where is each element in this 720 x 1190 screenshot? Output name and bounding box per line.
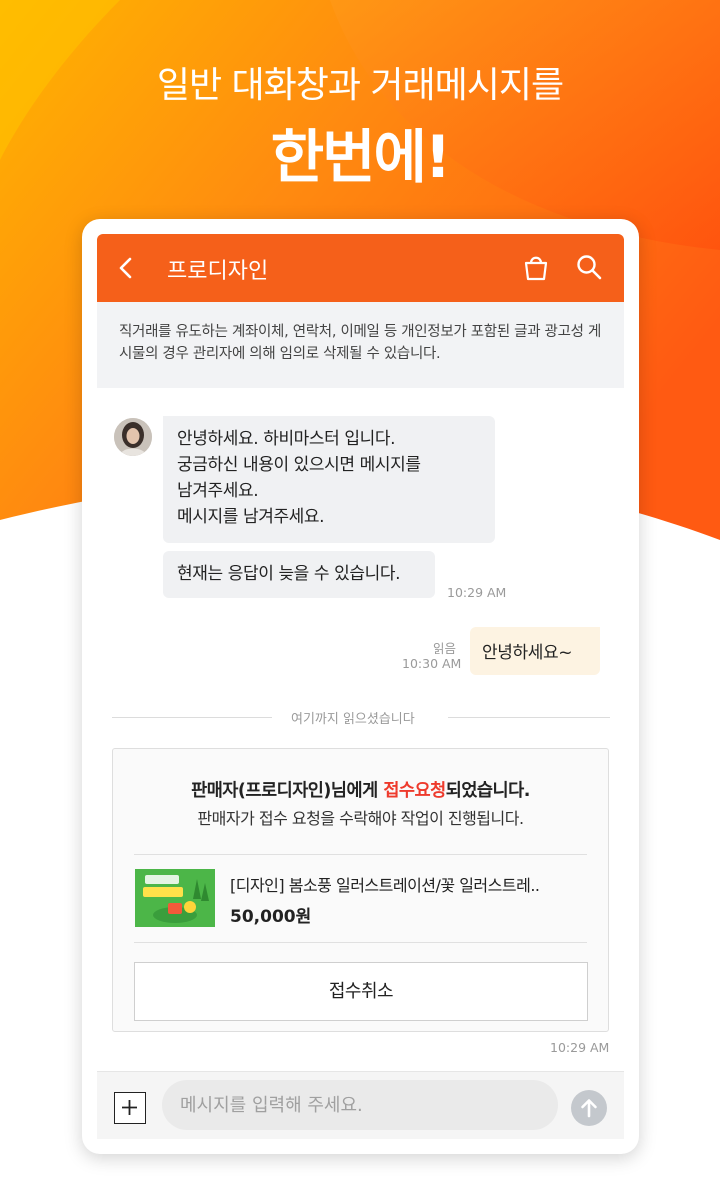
seller-avatar[interactable] — [114, 418, 152, 456]
send-arrow-icon[interactable] — [571, 1090, 607, 1126]
message-line: 궁금하신 내용이 있으시면 메시지를 — [177, 455, 421, 475]
incoming-message-bubble: 현재는 응답이 늦을 수 있습니다. — [163, 551, 435, 598]
hero-headline: 일반 대화창과 거래메시지를 — [156, 65, 564, 106]
message-timestamp: 10:29 AM — [550, 1040, 610, 1055]
cancel-request-button[interactable]: 접수취소 — [134, 962, 588, 1021]
card-divider — [134, 942, 587, 943]
card-divider — [134, 854, 587, 855]
read-divider-label: 여기까지 읽으셨습니다 — [291, 712, 415, 727]
message-timestamp: 10:30 AM — [402, 656, 462, 671]
hero-headline-emphasis: 한번에! — [270, 123, 452, 191]
read-receipt: 읽음 — [433, 641, 457, 656]
product-price: 50,000원 — [230, 907, 312, 927]
product-name[interactable]: [디자인] 봄소풍 일러스트레이션/꽃 일러스트레.. — [230, 872, 540, 896]
message-input[interactable] — [162, 1080, 558, 1130]
outgoing-message-bubble: 안녕하세요~ — [470, 627, 600, 675]
incoming-message-bubble: 안녕하세요. 하비마스터 입니다. 궁금하신 내용이 있으시면 메시지를 남겨주… — [163, 416, 495, 543]
order-request-card: 판매자(프로디자인)님에게 접수요청되었습니다. 판매자가 접수 요청을 수락해… — [112, 748, 609, 1032]
message-timestamp: 10:29 AM — [447, 585, 507, 600]
chat-screen: 프로디자인 직거래를 유도하는 계좌이체, 연락처, 이메일 등 개인정보가 포… — [97, 234, 624, 1139]
chevron-left-icon[interactable] — [113, 254, 141, 282]
chat-partner-title: 프로디자인 — [167, 259, 269, 284]
divider-line — [112, 717, 272, 718]
message-input-bar — [97, 1071, 624, 1139]
phone-frame: 프로디자인 직거래를 유도하는 계좌이체, 연락처, 이메일 등 개인정보가 포… — [82, 219, 639, 1154]
message-line: 안녕하세요. 하비마스터 입니다. — [177, 429, 396, 449]
plus-icon[interactable] — [114, 1092, 146, 1124]
policy-notice: 직거래를 유도하는 계좌이체, 연락처, 이메일 등 개인정보가 포함된 글과 … — [97, 302, 624, 388]
title-suffix: 되었습니다. — [445, 781, 531, 801]
order-card-subtitle: 판매자가 접수 요청을 수락해야 작업이 진행됩니다. — [197, 809, 524, 828]
shopping-bag-icon[interactable] — [521, 252, 551, 282]
message-line: 남겨주세요. — [177, 481, 259, 501]
message-line: 메시지를 남겨주세요. — [177, 507, 325, 527]
title-prefix: 판매자(프로디자인)님에게 — [191, 781, 384, 801]
product-thumbnail[interactable] — [135, 869, 215, 927]
order-card-title: 판매자(프로디자인)님에게 접수요청되었습니다. — [113, 777, 608, 802]
divider-line — [448, 717, 610, 718]
title-accent: 접수요청 — [383, 781, 446, 801]
app-bar: 프로디자인 — [97, 234, 624, 302]
search-icon[interactable] — [574, 252, 604, 282]
